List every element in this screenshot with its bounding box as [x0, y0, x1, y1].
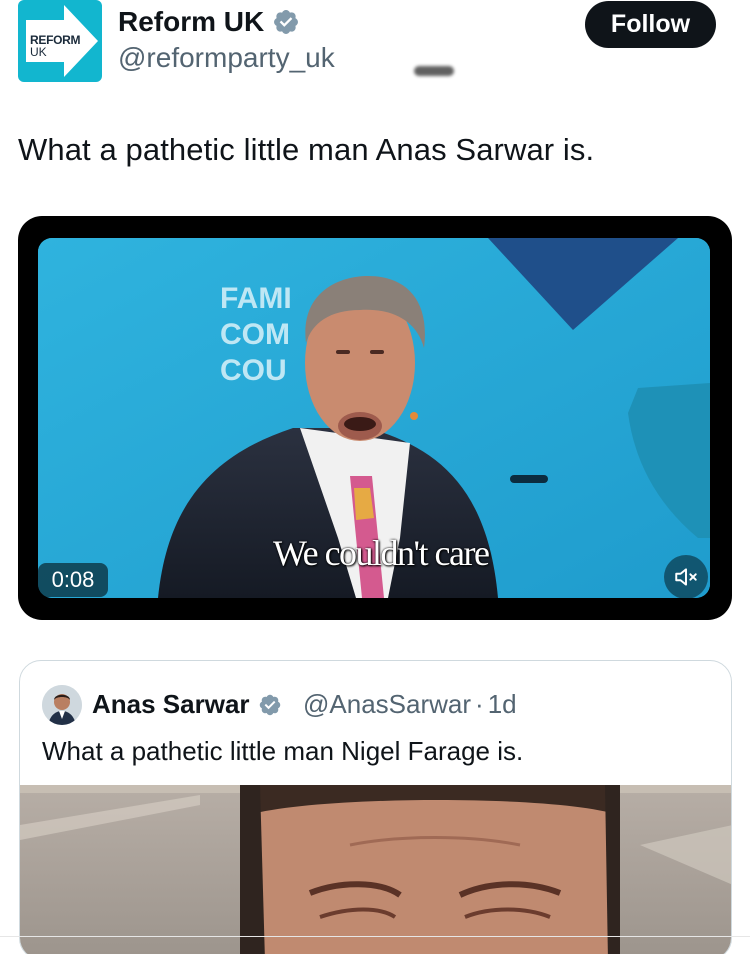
quote-author-name-row[interactable]: Anas Sarwar	[92, 689, 282, 720]
verified-badge-icon	[259, 694, 280, 715]
bottom-divider	[0, 936, 750, 937]
quote-video-thumbnail	[20, 785, 731, 954]
quote-author-name[interactable]: Anas Sarwar	[92, 689, 250, 720]
meta-separator: ·	[475, 689, 484, 719]
quote-timestamp[interactable]: 1d	[488, 689, 517, 720]
quote-author-handle[interactable]: @AnasSarwar	[303, 689, 471, 720]
author-name[interactable]: Reform UK	[118, 6, 264, 38]
screen-smudge	[414, 66, 454, 76]
logo-wordmark: REFORM UK	[30, 34, 81, 59]
verified-badge-icon	[274, 10, 299, 34]
logo-text-line2: UK	[30, 45, 47, 59]
quote-media-image[interactable]	[20, 785, 731, 954]
sign-text-line3: COU	[220, 354, 287, 387]
quoted-tweet[interactable]: Anas Sarwar @AnasSarwar · 1d What a path…	[19, 660, 732, 954]
speaker-muted-icon	[675, 568, 697, 586]
quote-meta: @AnasSarwar · 1d	[303, 689, 517, 720]
author-name-row[interactable]: Reform UK	[118, 6, 300, 38]
author-handle[interactable]: @reformparty_uk	[118, 42, 335, 74]
author-avatar-logo[interactable]: REFORM UK	[18, 0, 102, 82]
follow-button[interactable]: Follow	[585, 1, 716, 48]
avatar-image	[42, 685, 82, 725]
mute-button[interactable]	[664, 555, 708, 599]
quote-text: What a pathetic little man Nigel Farage …	[42, 736, 524, 766]
sign-text-line2: COM	[220, 318, 290, 351]
quote-author-avatar[interactable]	[42, 685, 82, 725]
video-duration: 0:08	[38, 563, 108, 597]
video-caption: We couldn't care	[273, 533, 490, 573]
tweet-text: What a pathetic little man Anas Sarwar i…	[18, 132, 595, 167]
sign-text-line1: FAMI	[220, 282, 292, 315]
